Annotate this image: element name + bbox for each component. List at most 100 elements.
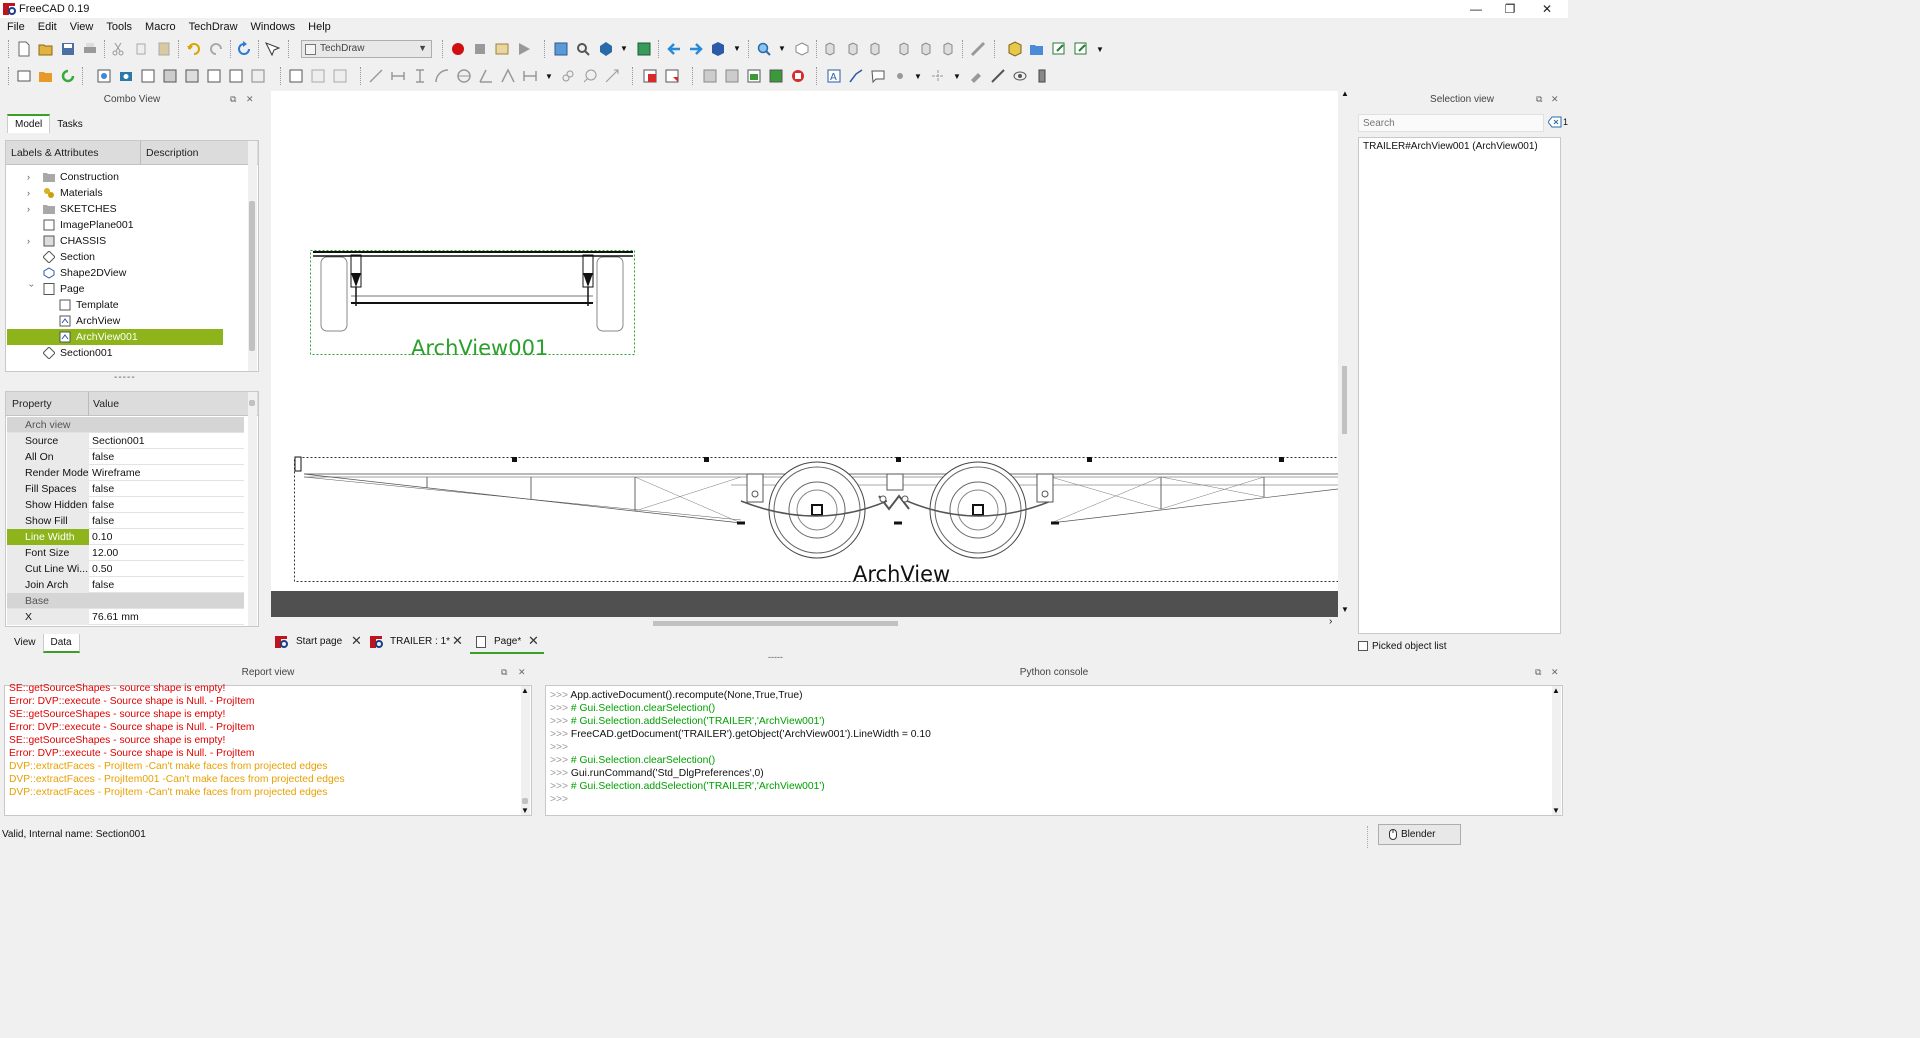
close-panel-icon[interactable]: ✕ <box>1551 94 1559 105</box>
top-view-icon[interactable] <box>845 41 861 57</box>
workbench-selector[interactable]: TechDraw ▼ <box>301 40 432 58</box>
archview-drawing[interactable] <box>294 456 1339 582</box>
fit-all-icon[interactable] <box>553 41 569 57</box>
scroll-up-icon[interactable]: ▲ <box>1341 89 1349 98</box>
expand-arrow-icon[interactable]: › <box>27 201 37 217</box>
scroll-down-icon[interactable]: ▼ <box>1341 605 1349 614</box>
expand-arrow-icon[interactable]: › <box>27 169 37 185</box>
angle-dimension-icon[interactable] <box>478 68 494 84</box>
part-icon[interactable] <box>1007 41 1023 57</box>
console-scrollbar[interactable]: ▲ ▼ <box>1552 686 1561 815</box>
prop-row-font-size[interactable]: Font Size 12.00 <box>7 545 244 561</box>
cosmetic-eraser-icon[interactable] <box>968 68 984 84</box>
insert-view-icon[interactable] <box>96 68 112 84</box>
group-folder-icon[interactable] <box>1029 41 1045 57</box>
length-dimension-icon[interactable] <box>368 68 384 84</box>
link-actions-icon[interactable] <box>1073 41 1089 57</box>
macros-icon[interactable] <box>494 41 510 57</box>
prop-header-value[interactable]: Value <box>93 398 119 410</box>
close-tab-icon[interactable]: ✕ <box>452 631 463 651</box>
close-tab-icon[interactable]: ✕ <box>528 631 539 651</box>
forward-icon[interactable] <box>688 41 704 57</box>
redraw-page-icon[interactable] <box>60 68 76 84</box>
tree-item-archview[interactable]: ArchView <box>6 313 248 329</box>
tree-header-description[interactable]: Description <box>146 147 199 159</box>
std-view-icon[interactable] <box>710 41 726 57</box>
techdraw-page-canvas[interactable]: ArchView001 ArchView ▲ ▼ <box>271 89 1349 617</box>
insert-template-page-icon[interactable] <box>38 68 54 84</box>
prop-header-property[interactable]: Property <box>12 398 52 410</box>
menu-help[interactable]: Help <box>301 19 337 33</box>
open-icon[interactable] <box>38 41 54 57</box>
expand-arrow-icon[interactable]: › <box>27 233 37 249</box>
prop-row-all-on[interactable]: All On false <box>7 449 244 465</box>
active-view-icon[interactable] <box>118 68 134 84</box>
draft-view-icon[interactable] <box>250 68 266 84</box>
float-panel-icon[interactable]: ⧉ <box>230 94 236 105</box>
paste-icon[interactable] <box>156 41 172 57</box>
menu-tools[interactable]: Tools <box>99 19 138 33</box>
stop-macro-icon[interactable] <box>472 41 488 57</box>
rear-view-icon[interactable] <box>896 41 912 57</box>
decorate-line-icon[interactable] <box>990 68 1006 84</box>
back-icon[interactable] <box>666 41 682 57</box>
python-console-output[interactable]: >>> App.activeDocument().recompute(None,… <box>545 685 1563 816</box>
collapse-arrow-icon[interactable]: › <box>24 284 40 294</box>
tree-item-section[interactable]: Section <box>6 249 248 265</box>
prop-row-source[interactable]: Source Section001 <box>7 433 244 449</box>
menu-edit[interactable]: Edit <box>31 19 63 33</box>
redo-icon[interactable] <box>208 41 224 57</box>
isometric-view-icon[interactable] <box>794 41 810 57</box>
leader-line-icon[interactable] <box>848 68 864 84</box>
scroll-up-icon[interactable]: ▲ <box>1552 684 1560 697</box>
record-macro-icon[interactable] <box>450 41 466 57</box>
undo-icon[interactable] <box>186 41 202 57</box>
spreadsheet-view-icon[interactable] <box>310 68 326 84</box>
tree-item-template[interactable]: Template <box>6 297 248 313</box>
tab-page[interactable]: Page* ✕ <box>470 632 544 654</box>
picked-object-list-checkbox[interactable]: Picked object list <box>1358 641 1446 652</box>
minimize-button[interactable]: — <box>1459 0 1493 18</box>
geometric-hatch-icon[interactable] <box>664 68 680 84</box>
new-document-icon[interactable] <box>16 41 32 57</box>
insert-page-icon[interactable] <box>16 68 32 84</box>
stop-icon[interactable] <box>790 68 806 84</box>
selection-list-item[interactable]: TRAILER#ArchView001 (ArchView001) <box>1363 141 1538 152</box>
tree-item-construction[interactable]: › Construction <box>6 169 248 185</box>
clip-group-icon[interactable] <box>206 68 222 84</box>
chevron-down-icon[interactable]: ▼ <box>778 44 786 53</box>
expand-arrow-icon[interactable]: › <box>27 185 37 201</box>
centerline-icon[interactable] <box>930 68 946 84</box>
clear-search-icon[interactable] <box>1548 116 1562 128</box>
menu-windows[interactable]: Windows <box>244 19 302 33</box>
chevron-down-icon[interactable]: ▼ <box>953 72 961 81</box>
diameter-dimension-icon[interactable] <box>456 68 472 84</box>
export-page-icon[interactable] <box>332 68 348 84</box>
float-panel-icon[interactable]: ⧉ <box>1535 667 1541 678</box>
tree-item-archview001[interactable]: ArchView001 <box>7 329 223 345</box>
insert-image-icon[interactable] <box>746 68 762 84</box>
splitter-handle-bottom[interactable]: ----- <box>768 652 783 662</box>
chevron-down-icon[interactable]: ▼ <box>1096 45 1104 54</box>
splitter-handle[interactable]: ----- <box>114 372 136 383</box>
detail-view-icon[interactable] <box>162 68 178 84</box>
arch-view-icon[interactable] <box>288 68 304 84</box>
tree-item-sketches[interactable]: › SKETCHES <box>6 201 248 217</box>
toggle-frame-icon[interactable] <box>724 68 740 84</box>
close-panel-icon[interactable]: ✕ <box>246 94 254 105</box>
refresh-icon[interactable] <box>236 41 252 57</box>
tab-start-page[interactable]: Start page ✕ <box>273 632 365 654</box>
cosmetic-vertex-icon[interactable] <box>892 68 908 84</box>
print-icon[interactable] <box>82 41 98 57</box>
checkbox-box[interactable] <box>1358 641 1368 652</box>
float-panel-icon[interactable]: ⧉ <box>501 667 507 678</box>
link-icon[interactable] <box>1051 41 1067 57</box>
report-scrollbar[interactable]: ▲ ▼ <box>521 686 530 815</box>
prop-row-line-width[interactable]: Line Width 0.10 <box>7 529 244 545</box>
horizontal-dimension-icon[interactable] <box>390 68 406 84</box>
close-window-button[interactable]: ✕ <box>1530 0 1564 18</box>
zoom-icon[interactable] <box>756 41 772 57</box>
tree-item-chassis[interactable]: › CHASSIS <box>6 233 248 249</box>
prop-group-base[interactable]: Base <box>7 593 244 609</box>
balloon-icon[interactable] <box>582 68 598 84</box>
